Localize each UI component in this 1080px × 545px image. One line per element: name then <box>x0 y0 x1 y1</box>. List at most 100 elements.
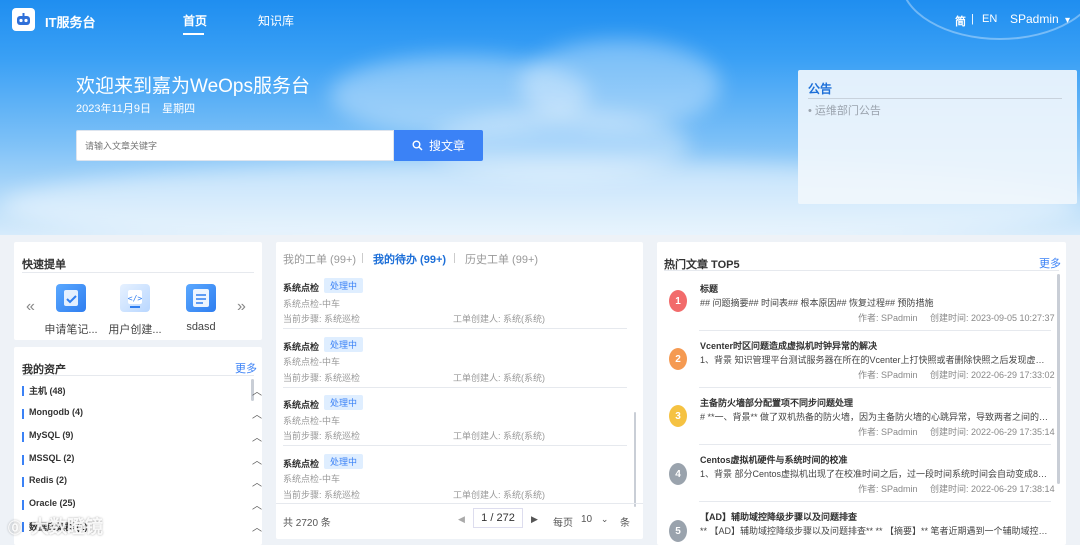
asset-label: MSSQL (2) <box>29 453 75 463</box>
lang-en[interactable]: EN <box>982 13 997 25</box>
svg-text:</>: </> <box>128 294 143 303</box>
notice-panel: 公告 • 运维部门公告 <box>798 70 1077 204</box>
tab-history-tickets[interactable]: 历史工单 (99+) <box>465 251 538 267</box>
task-name: 系统点检 <box>283 459 320 469</box>
article-time: 创建时间: 2022-06-29 17:35:14 <box>930 427 1055 437</box>
status-badge: 处理中 <box>324 278 364 293</box>
asset-row-host[interactable]: 主机 (48) ︿ <box>22 383 262 401</box>
rank-medal-icon: 1 <box>669 290 687 312</box>
chevron-up-icon[interactable]: ︿ <box>252 519 262 534</box>
watermark-logo-icon: ⓪ <box>8 520 22 536</box>
article-time: 创建时间: 2023-09-05 10:27:37 <box>930 313 1055 323</box>
chevron-up-icon[interactable]: ︿ <box>252 474 262 489</box>
article-title: Vcenter时区问题造成虚拟机时钟异常的解决 <box>700 341 878 351</box>
robot-logo-icon[interactable] <box>12 8 35 31</box>
task-name: 系统点检 <box>283 342 320 352</box>
hot-more-link[interactable]: 更多 <box>1039 255 1061 271</box>
lang-zh[interactable]: 简 <box>955 13 966 29</box>
asset-row-mongodb[interactable]: Mongodb (4) ︿ <box>22 406 262 424</box>
notice-title: 公告 <box>808 82 833 96</box>
task-creator: 工单创建人: 系统(系统) <box>453 373 545 383</box>
list-document-icon <box>186 284 216 312</box>
article-author: 作者: SPadmin <box>858 370 918 380</box>
tab-my-todo[interactable]: 我的待办 (99+) <box>373 251 446 267</box>
chevron-up-icon[interactable]: ︿ <box>252 497 262 512</box>
article-author: 作者: SPadmin <box>858 427 918 437</box>
user-name: SPadmin <box>1010 12 1059 26</box>
asset-row-redis[interactable]: Redis (2) ︿ <box>22 474 262 492</box>
article-search-input[interactable] <box>76 130 394 161</box>
scrollbar[interactable] <box>634 412 636 507</box>
task-step: 当前步骤: 系统巡检 <box>283 490 361 500</box>
task-step: 当前步骤: 系统巡检 <box>283 314 361 324</box>
accent-bar <box>22 386 24 396</box>
article-summary: ## 问题摘要## 时间表## 根本原因## 恢复过程## 预防措施 <box>700 298 934 308</box>
notice-item[interactable]: • 运维部门公告 <box>808 102 881 118</box>
per-page-label: 每页 <box>553 518 573 529</box>
task-step: 当前步骤: 系统巡检 <box>283 431 361 441</box>
chevron-up-icon[interactable]: ︿ <box>252 406 262 421</box>
prev-arrow-icon[interactable]: « <box>26 298 35 316</box>
search-article-button[interactable]: 搜文章 <box>394 130 483 161</box>
prev-page-icon[interactable]: ◀ <box>458 514 465 525</box>
accent-bar <box>22 477 24 487</box>
scrollbar[interactable] <box>1057 274 1060 484</box>
user-menu[interactable]: SPadmin ▾ <box>1010 12 1070 26</box>
chevron-down-icon: ⌄ <box>600 514 609 524</box>
search-button-label: 搜文章 <box>428 139 465 153</box>
nav-home[interactable]: 首页 <box>183 12 207 29</box>
divider <box>699 501 1051 502</box>
app-title[interactable]: IT服务台 <box>45 12 96 31</box>
tab-separator <box>454 253 455 263</box>
page-indicator[interactable]: 1 / 272 <box>473 508 523 528</box>
hot-articles-panel: 热门文章 TOP5 更多 <box>657 242 1066 545</box>
code-icon: </> <box>120 284 150 312</box>
tab-my-tickets[interactable]: 我的工单 (99+) <box>283 251 356 267</box>
divider <box>699 444 1051 445</box>
quick-submit-panel: 快速提单 « » 申请笔记... </> 用户创建... sdasd <box>14 242 262 340</box>
date-text: 2023年11月9日 <box>76 103 152 115</box>
article-author: 作者: SPadmin <box>858 484 918 494</box>
top-navbar: IT服务台 首页 知识库 简 | EN SPadmin ▾ <box>0 0 1080 40</box>
search-icon <box>412 140 423 151</box>
lang-separator: | <box>971 13 974 25</box>
watermark: ⓪ 大数瞪镜 <box>8 513 103 539</box>
asset-label: MySQL (9) <box>29 430 74 440</box>
tab-separator <box>362 253 363 263</box>
task-creator: 工单创建人: 系统(系统) <box>453 314 545 324</box>
article-summary: # **一、背景** 做了双机热备的防火墙，因为主备防火墙的心跳异常，导致两者之… <box>700 412 1052 422</box>
task-type: 系统点检-中车 <box>283 357 340 367</box>
accent-bar <box>22 500 24 510</box>
asset-label: 主机 (48) <box>29 386 66 396</box>
asset-row-mysql[interactable]: MySQL (9) ︿ <box>22 429 262 447</box>
accent-bar <box>22 455 24 465</box>
assets-more-link[interactable]: 更多 <box>235 360 257 376</box>
quick-item-label: sdasd <box>186 321 216 333</box>
task-type: 系统点检-中车 <box>283 299 340 309</box>
article-author: 作者: SPadmin <box>858 313 918 323</box>
next-page-icon[interactable]: ▶ <box>531 514 538 525</box>
article-title: 【AD】辅助域控降级步骤以及问题排查 <box>700 512 857 522</box>
chevron-up-icon[interactable]: ︿ <box>252 383 262 398</box>
divider <box>664 270 1059 271</box>
status-badge: 处理中 <box>324 395 364 410</box>
quick-item-label: 申请笔记... <box>44 324 98 336</box>
rank-medal-icon: 3 <box>669 405 687 427</box>
quick-submit-title: 快速提单 <box>22 259 66 271</box>
divider <box>22 272 254 273</box>
divider <box>283 387 627 388</box>
chevron-down-icon: ▾ <box>1065 15 1071 26</box>
article-title: Centos虚拟机硬件与系统时间的校准 <box>700 455 848 465</box>
next-arrow-icon[interactable]: » <box>237 298 246 316</box>
chevron-up-icon[interactable]: ︿ <box>252 452 262 467</box>
article-summary: ** 【AD】辅助域控降级步骤以及问题排查** ** 【摘要】** 笔者近期遇到… <box>700 526 1052 536</box>
nav-knowledge-base[interactable]: 知识库 <box>258 12 294 29</box>
task-name: 系统点检 <box>283 400 320 410</box>
accent-bar <box>22 409 24 419</box>
per-page-value: 10 <box>581 514 593 525</box>
asset-row-mssql[interactable]: MSSQL (2) ︿ <box>22 452 262 470</box>
chevron-up-icon[interactable]: ︿ <box>252 429 262 444</box>
rank-medal-icon: 2 <box>669 348 687 370</box>
per-page-select[interactable]: 10 ⌄ <box>581 514 608 525</box>
task-name: 系统点检 <box>283 283 320 293</box>
